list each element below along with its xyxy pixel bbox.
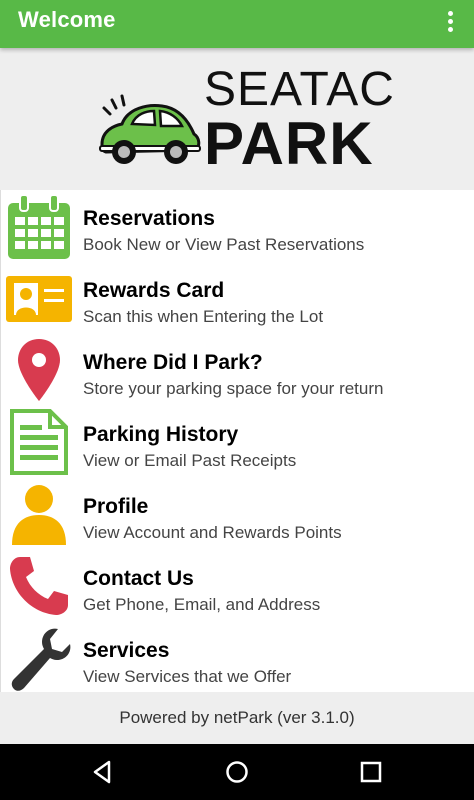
- menu-item-contact-us[interactable]: Contact Us Get Phone, Email, and Address: [1, 550, 474, 622]
- map-pin-icon: [18, 339, 60, 401]
- menu-item-subtitle: Store your parking space for your return: [83, 379, 384, 398]
- menu-item-subtitle: Book New or View Past Reservations: [83, 235, 365, 254]
- menu-item-subtitle: Get Phone, Email, and Address: [83, 595, 321, 614]
- menu-item-rewards-card[interactable]: Rewards Card Scan this when Entering the…: [1, 262, 474, 334]
- menu-item-services[interactable]: Services View Services that we Offer: [1, 622, 474, 694]
- menu-item-title: Profile: [83, 495, 149, 518]
- system-nav-bar: [0, 744, 474, 800]
- document-icon: [10, 409, 68, 475]
- menu-item-title: Where Did I Park?: [83, 351, 263, 374]
- home-icon[interactable]: [223, 758, 251, 786]
- phone-icon: [10, 557, 68, 615]
- overflow-menu-icon[interactable]: [440, 9, 460, 39]
- menu-item-title: Services: [83, 639, 170, 662]
- menu-item-title: Contact Us: [83, 567, 194, 590]
- logo-text-park: PARK: [204, 110, 374, 177]
- menu-item-subtitle: View or Email Past Receipts: [83, 451, 297, 470]
- recents-icon[interactable]: [357, 758, 385, 786]
- app-title: Welcome: [18, 7, 116, 32]
- menu-item-title: Reservations: [83, 207, 215, 230]
- menu-item-subtitle: View Account and Rewards Points: [83, 523, 342, 542]
- app-bar: Welcome: [0, 0, 474, 48]
- menu-item-profile[interactable]: Profile View Account and Rewards Points: [1, 478, 474, 550]
- calendar-icon: [8, 194, 70, 259]
- powered-by-footer: Powered by netPark (ver 3.1.0): [0, 692, 474, 744]
- wrench-icon: [11, 628, 71, 691]
- menu-item-subtitle: View Services that we Offer: [83, 667, 292, 686]
- logo-text-seatac: SEATAC: [204, 63, 395, 116]
- car-logo-icon: [99, 94, 201, 164]
- person-icon: [12, 485, 66, 545]
- menu-item-reservations[interactable]: Reservations Book New or View Past Reser…: [1, 190, 474, 262]
- id-card-icon: [6, 276, 72, 322]
- main-menu: Reservations Book New or View Past Reser…: [0, 190, 474, 692]
- menu-item-where-did-i-park[interactable]: Where Did I Park? Store your parking spa…: [1, 334, 474, 406]
- menu-item-title: Rewards Card: [83, 279, 225, 302]
- menu-item-subtitle: Scan this when Entering the Lot: [83, 307, 324, 326]
- back-icon[interactable]: [89, 758, 117, 786]
- menu-item-title: Parking History: [83, 423, 239, 446]
- menu-item-parking-history[interactable]: Parking History View or Email Past Recei…: [1, 406, 474, 478]
